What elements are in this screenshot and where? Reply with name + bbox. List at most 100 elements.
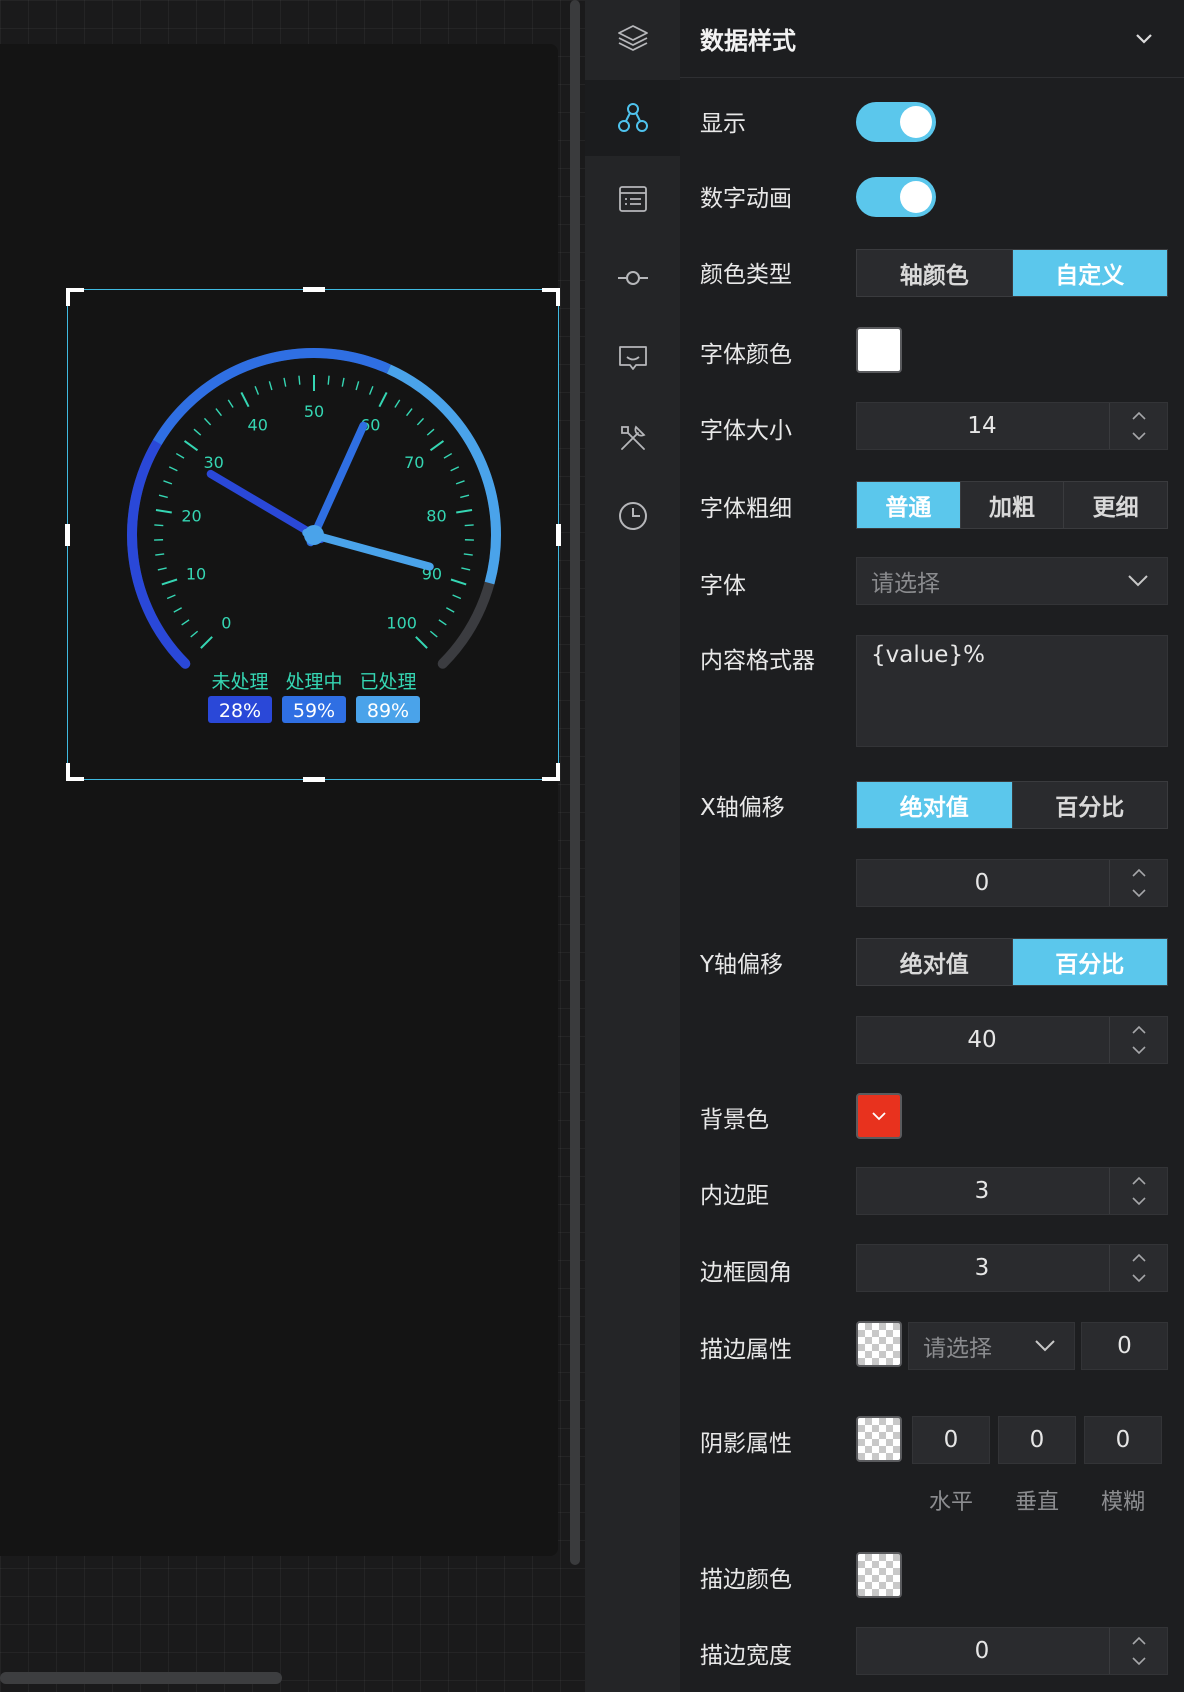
- border-radius-value: 3: [974, 1255, 990, 1281]
- font-color-swatch[interactable]: [856, 327, 902, 373]
- gauge-minor-tick: [215, 408, 223, 417]
- chevron-up-icon[interactable]: [1131, 1253, 1147, 1263]
- border-radius-stepper[interactable]: [1109, 1245, 1167, 1291]
- color-type-option-custom[interactable]: 自定义: [1012, 250, 1167, 296]
- resize-corner-bottom-right[interactable]: [542, 763, 560, 781]
- x-offset-option-percent[interactable]: 百分比: [1013, 782, 1168, 828]
- clock-icon: [618, 502, 647, 530]
- padding-input[interactable]: 3: [856, 1167, 1168, 1215]
- gauge-major-tick: [429, 440, 445, 452]
- chevron-down-icon[interactable]: [1131, 1196, 1147, 1206]
- tab-layers[interactable]: [585, 0, 680, 76]
- show-toggle[interactable]: [856, 102, 936, 142]
- color-type-option-axis[interactable]: 轴颜色: [857, 250, 1013, 296]
- gauge-widget-selection[interactable]: 0 10 20 30 40 50 60 70 80 90 100 未处理 28% 处理中 59% 已处理 89%: [65, 287, 561, 782]
- tab-history[interactable]: [585, 478, 680, 554]
- x-offset-input[interactable]: 0: [856, 859, 1168, 907]
- chevron-up-icon[interactable]: [1131, 868, 1147, 878]
- editor-canvas[interactable]: 0 10 20 30 40 50 60 70 80 90 100 未处理 28% 处理中 59% 已处理 89%: [0, 0, 585, 1692]
- vertical-scrollbar[interactable]: [570, 0, 580, 1565]
- chevron-down-icon[interactable]: [1131, 1656, 1147, 1666]
- shadow-blur-input[interactable]: 0: [1084, 1416, 1162, 1464]
- stroke-attr-label: 描边属性: [700, 1337, 792, 1363]
- gauge-tick-label: 100: [386, 614, 417, 633]
- font-size-stepper[interactable]: [1109, 403, 1167, 449]
- font-weight-option-normal[interactable]: 普通: [857, 482, 961, 528]
- font-size-input[interactable]: 14: [856, 402, 1168, 450]
- font-size-value: 14: [967, 413, 997, 439]
- chevron-down-icon[interactable]: [1131, 1273, 1147, 1283]
- chevron-up-icon[interactable]: [1131, 1176, 1147, 1186]
- background-color-swatch[interactable]: [856, 1093, 902, 1139]
- chevron-up-icon[interactable]: [1131, 1025, 1147, 1035]
- toggle-knob: [900, 181, 932, 213]
- gauge-minor-tick: [168, 466, 178, 472]
- font-weight-option-thin[interactable]: 更细: [1064, 482, 1167, 528]
- gauge-axis-segment: [153, 348, 391, 445]
- tab-data-style[interactable]: [585, 80, 680, 156]
- shadow-blur-label: 模糊: [1100, 1490, 1145, 1515]
- gauge-minor-tick: [405, 408, 413, 417]
- y-offset-stepper[interactable]: [1109, 1017, 1167, 1063]
- y-offset-option-absolute[interactable]: 绝对值: [857, 939, 1013, 985]
- tab-tooltip[interactable]: [585, 320, 680, 396]
- resize-handle-bottom[interactable]: [303, 777, 325, 782]
- formatter-textarea[interactable]: {value}%: [856, 635, 1168, 747]
- horizontal-scrollbar[interactable]: [0, 1672, 282, 1684]
- resize-handle-left[interactable]: [65, 524, 70, 546]
- stroke-color-swatch[interactable]: [856, 1552, 902, 1598]
- chevron-down-icon[interactable]: [1131, 888, 1147, 898]
- resize-corner-bottom-left[interactable]: [66, 763, 84, 781]
- gauge-minor-tick: [464, 524, 474, 527]
- shadow-horizontal-input[interactable]: 0: [912, 1416, 990, 1464]
- y-offset-option-percent[interactable]: 百分比: [1012, 939, 1167, 985]
- chevron-down-icon[interactable]: [1131, 431, 1147, 441]
- gauge-major-tick: [450, 578, 467, 586]
- border-radius-input[interactable]: 3: [856, 1244, 1168, 1292]
- panel-header[interactable]: 数据样式: [680, 0, 1184, 78]
- gauge-minor-tick: [368, 385, 374, 395]
- chevron-up-icon[interactable]: [1131, 411, 1147, 421]
- tab-list[interactable]: [585, 161, 680, 237]
- padding-value: 3: [974, 1178, 990, 1204]
- font-family-select[interactable]: 请选择: [856, 557, 1168, 605]
- chevron-down-icon[interactable]: [1132, 26, 1156, 50]
- tab-tools[interactable]: [585, 400, 680, 476]
- stroke-width-label: 描边宽度: [700, 1643, 792, 1669]
- gauge-minor-tick: [155, 553, 165, 556]
- connector-icon: [617, 271, 648, 285]
- y-offset-label: Y轴偏移: [700, 952, 784, 978]
- gauge-chart: 0102030405060708090100未处理28%处理中59%已处理89%: [127, 348, 501, 723]
- stroke-attr-select[interactable]: 请选择: [908, 1322, 1075, 1370]
- screen-panel: [0, 44, 558, 1556]
- resize-corner-top-left[interactable]: [66, 288, 84, 306]
- x-offset-stepper[interactable]: [1109, 860, 1167, 906]
- tab-connector[interactable]: [585, 240, 680, 316]
- stroke-width-input[interactable]: 0: [856, 1627, 1168, 1675]
- panel-title: 数据样式: [700, 27, 796, 55]
- y-offset-input[interactable]: 40: [856, 1016, 1168, 1064]
- gauge-minor-tick: [429, 630, 438, 638]
- gauge-minor-tick: [455, 480, 465, 485]
- gauge-major-tick: [378, 391, 388, 408]
- number-animation-toggle[interactable]: [856, 177, 936, 217]
- shadow-attr-color-swatch[interactable]: [856, 1416, 902, 1462]
- stroke-width-stepper[interactable]: [1109, 1628, 1167, 1674]
- font-size-label: 字体大小: [700, 418, 792, 444]
- stroke-attr-color-swatch[interactable]: [856, 1321, 902, 1367]
- resize-handle-right[interactable]: [556, 524, 561, 546]
- resize-corner-top-right[interactable]: [542, 288, 560, 306]
- shadow-vertical-input[interactable]: 0: [998, 1416, 1076, 1464]
- chevron-up-icon[interactable]: [1131, 1636, 1147, 1646]
- gauge-minor-tick: [190, 630, 199, 638]
- chevron-down-icon: [1128, 575, 1148, 587]
- chevron-down-icon: [1035, 1340, 1055, 1352]
- gauge-minor-tick: [181, 619, 190, 626]
- stroke-attr-width-input[interactable]: 0: [1081, 1322, 1168, 1370]
- chevron-down-icon[interactable]: [1131, 1045, 1147, 1055]
- padding-stepper[interactable]: [1109, 1168, 1167, 1214]
- font-weight-option-bold[interactable]: 加粗: [961, 482, 1065, 528]
- resize-handle-top[interactable]: [303, 287, 325, 292]
- x-offset-option-absolute[interactable]: 绝对值: [857, 782, 1013, 828]
- gauge-value-label: 59%: [293, 700, 335, 722]
